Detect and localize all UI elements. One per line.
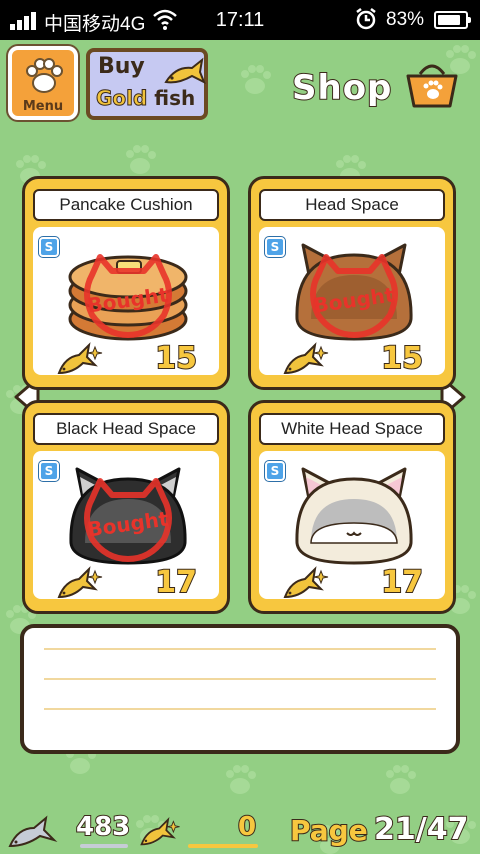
gold-fish-icon — [164, 57, 206, 85]
gold-fish-count: 0 — [237, 811, 257, 843]
shop-item-card[interactable]: Black Head Space S Bought 17 — [22, 400, 230, 614]
silver-underline — [80, 844, 128, 848]
item-name: Pancake Cushion — [33, 189, 219, 221]
buy-label: Buy — [98, 54, 145, 79]
gold-fish-icon — [140, 818, 181, 846]
battery-percent: 83% — [386, 9, 425, 30]
item-name: Head Space — [259, 189, 445, 221]
paw-icon — [26, 58, 63, 93]
gold-fish-icon — [284, 344, 329, 374]
item-price: 15 — [154, 340, 198, 377]
item-price: 17 — [380, 564, 424, 601]
battery-icon — [434, 11, 471, 29]
gold-fish-icon — [58, 344, 103, 374]
alarm-icon — [356, 8, 376, 30]
silver-fish-count: 483 — [75, 811, 131, 843]
gold-label: Gold — [95, 86, 148, 111]
fish-label: fish — [154, 86, 196, 110]
page-title: Shop — [291, 67, 393, 109]
item-price: 15 — [380, 340, 424, 377]
item-name: White Head Space — [259, 413, 445, 445]
item-description-box — [20, 624, 460, 754]
basket-icon — [406, 64, 458, 108]
currency-bar: 483 0 Page 21/47 — [0, 806, 480, 854]
shop-item-card[interactable]: White Head Space S 17 — [248, 400, 456, 614]
buy-goldfish-button[interactable]: Buy Gold fish — [86, 48, 208, 120]
ruled-line — [44, 678, 436, 680]
gold-fish-icon — [58, 568, 103, 598]
white-head-space-image — [295, 467, 413, 565]
silver-fish-icon — [8, 815, 58, 848]
pancake-cushion-image: Bought — [68, 241, 188, 341]
item-name: Black Head Space — [33, 413, 219, 445]
gold-fish-icon — [284, 568, 329, 598]
shop-item-card[interactable]: Pancake Cushion S Bought 15 — [22, 176, 230, 390]
item-badge: S — [39, 237, 59, 257]
shop-item-card[interactable]: Head Space S Bought 15 — [248, 176, 456, 390]
page-number: 21/47 — [373, 811, 469, 848]
gold-underline — [188, 844, 258, 848]
menu-label: Menu — [22, 99, 64, 114]
item-badge: S — [39, 461, 59, 481]
item-badge: S — [265, 461, 285, 481]
status-bar: 中国移动4G 17:11 83% — [0, 0, 480, 40]
item-price: 17 — [154, 564, 198, 601]
black-head-space-image: Bought — [69, 467, 187, 565]
ruled-line — [44, 648, 436, 650]
menu-button[interactable]: Menu — [8, 46, 78, 120]
head-space-image: Bought — [295, 243, 413, 341]
ruled-line — [44, 708, 436, 710]
page-label: Page — [289, 813, 369, 848]
item-badge: S — [265, 237, 285, 257]
